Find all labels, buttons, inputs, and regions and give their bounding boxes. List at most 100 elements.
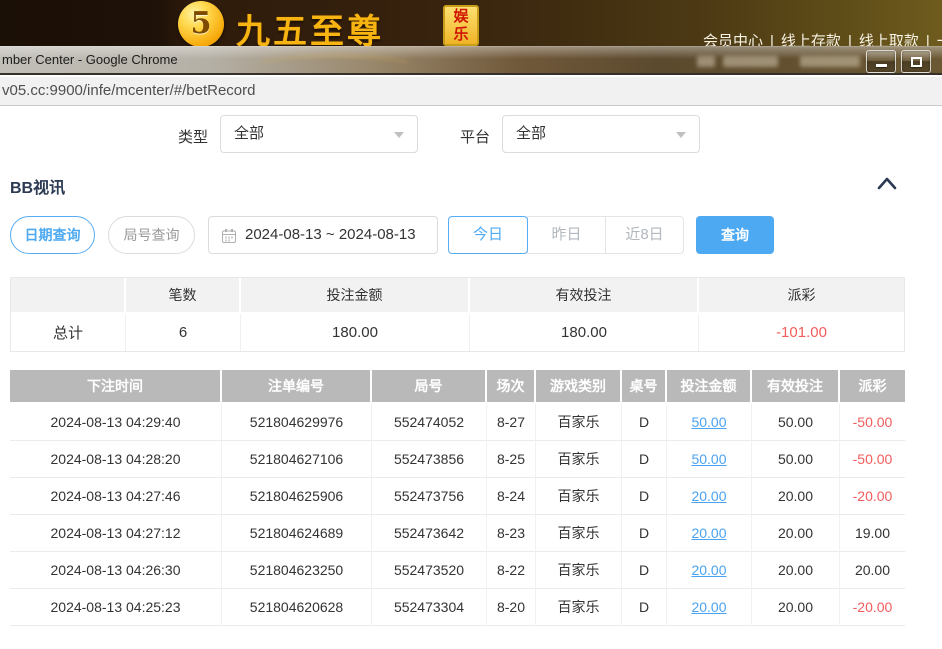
valid-bet-cell: 20.00 [752, 478, 840, 515]
bet-number-cell: 521804627106 [222, 441, 372, 478]
summary-table: 笔数 投注金额 有效投注 派彩 总计 6 180.00 180.00 -101.… [10, 277, 905, 352]
bet-amount-cell: 20.00 [667, 552, 752, 589]
bet-amount-link[interactable]: 50.00 [691, 414, 726, 430]
round-query-tab[interactable]: 局号查询 [108, 216, 195, 254]
round-number-cell: 552473756 [372, 478, 487, 515]
bet-number-cell: 521804620628 [222, 589, 372, 626]
session-cell: 8-20 [487, 589, 536, 626]
collapse-section-button[interactable] [876, 176, 898, 192]
detail-table-body: 2024-08-13 04:29:40521804629976552474052… [10, 404, 905, 626]
table-row: 2024-08-13 04:27:12521804624689552473642… [10, 515, 905, 552]
bet-number-cell: 521804629976 [222, 404, 372, 441]
address-url: v05.cc:9900/infe/mcenter/#/betRecord [2, 82, 255, 99]
maximize-icon [911, 57, 922, 67]
bet-amount-cell: 20.00 [667, 515, 752, 552]
table-number-cell: D [622, 478, 667, 515]
session-cell: 8-23 [487, 515, 536, 552]
summary-header-row: 笔数 投注金额 有效投注 派彩 [11, 278, 904, 314]
table-row: 2024-08-13 04:28:20521804627106552473856… [10, 441, 905, 478]
chevron-down-icon [394, 132, 404, 138]
valid-bet-cell: 20.00 [752, 589, 840, 626]
main-content: 类型 全部 平台 全部 BB视讯 日期查询 局号查询 [0, 106, 942, 649]
header-game-type: 游戏类别 [536, 370, 622, 404]
platform-select-value: 全部 [516, 116, 546, 152]
round-number-cell: 552473642 [372, 515, 487, 552]
date-query-tab[interactable]: 日期查询 [10, 216, 95, 254]
type-select-value: 全部 [234, 116, 264, 152]
yesterday-button[interactable]: 昨日 [527, 216, 606, 254]
bet-amount-link[interactable]: 20.00 [691, 525, 726, 541]
maximize-button[interactable] [901, 50, 931, 73]
chevron-down-icon [676, 132, 686, 138]
payout-cell: -50.00 [840, 441, 905, 478]
bet-amount-cell: 20.00 [667, 589, 752, 626]
total-label: 总计 [11, 314, 126, 351]
window-title: mber Center - Google Chrome [2, 52, 178, 67]
redacted-account-info [697, 56, 715, 67]
logo-coin-icon: 5 [178, 1, 224, 47]
today-button[interactable]: 今日 [448, 216, 528, 254]
table-number-cell: D [622, 552, 667, 589]
table-number-cell: D [622, 515, 667, 552]
bet-amount-link[interactable]: 50.00 [691, 451, 726, 467]
chevron-up-icon [876, 176, 898, 192]
bet-amount-cell: 50.00 [667, 441, 752, 478]
date-range-input[interactable]: 2024-08-13 ~ 2024-08-13 [208, 216, 438, 254]
session-cell: 8-24 [487, 478, 536, 515]
address-bar[interactable]: v05.cc:9900/infe/mcenter/#/betRecord [0, 77, 942, 106]
type-filter-label: 类型 [178, 126, 208, 147]
game-type-cell: 百家乐 [536, 478, 622, 515]
section-title: BB视讯 [10, 174, 65, 198]
header-bet-number: 注单编号 [222, 370, 372, 404]
header-table-number: 桌号 [622, 370, 667, 404]
session-cell: 8-27 [487, 404, 536, 441]
type-select[interactable]: 全部 [220, 115, 418, 153]
bet-amount-link[interactable]: 20.00 [691, 562, 726, 578]
payout-cell: -50.00 [840, 404, 905, 441]
logo-badge: 娱乐 [443, 5, 479, 46]
last-8-days-button[interactable]: 近8日 [605, 216, 684, 254]
detail-header-row: 下注时间 注单编号 局号 场次 游戏类别 桌号 投注金额 有效投注 派彩 [10, 370, 905, 404]
minimize-button[interactable] [866, 50, 896, 73]
valid-bet-cell: 50.00 [752, 441, 840, 478]
platform-filter-label: 平台 [460, 126, 490, 147]
summary-total-row: 总计 6 180.00 180.00 -101.00 [11, 314, 904, 351]
bet-record-table: 下注时间 注单编号 局号 场次 游戏类别 桌号 投注金额 有效投注 派彩 202… [10, 370, 905, 626]
bet-amount-cell: 20.00 [667, 478, 752, 515]
summary-header-bet-amount: 投注金额 [241, 278, 470, 314]
round-number-cell: 552474052 [372, 404, 487, 441]
table-number-cell: D [622, 589, 667, 626]
payout-cell: 20.00 [840, 552, 905, 589]
game-type-cell: 百家乐 [536, 515, 622, 552]
summary-header-count: 笔数 [126, 278, 241, 314]
decorative-swirl [255, 55, 415, 77]
summary-header-valid-bet: 有效投注 [470, 278, 699, 314]
bet-amount-link[interactable]: 20.00 [691, 488, 726, 504]
header-valid-bet: 有效投注 [752, 370, 840, 404]
bet-number-cell: 521804625906 [222, 478, 372, 515]
game-type-cell: 百家乐 [536, 441, 622, 478]
bet-time-cell: 2024-08-13 04:27:46 [10, 478, 222, 515]
table-row: 2024-08-13 04:26:30521804623250552473520… [10, 552, 905, 589]
header-bet-time: 下注时间 [10, 370, 222, 404]
total-bet-amount: 180.00 [241, 314, 470, 351]
calendar-icon [222, 229, 236, 248]
payout-cell: -20.00 [840, 478, 905, 515]
payout-cell: 19.00 [840, 515, 905, 552]
window-title-bar: mber Center - Google Chrome [0, 46, 942, 75]
total-count: 6 [126, 314, 241, 351]
header-round-number: 局号 [372, 370, 487, 404]
search-button[interactable]: 查询 [696, 216, 774, 254]
bet-time-cell: 2024-08-13 04:28:20 [10, 441, 222, 478]
session-cell: 8-22 [487, 552, 536, 589]
summary-header-blank [11, 278, 126, 314]
payout-cell: -20.00 [840, 589, 905, 626]
total-payout: -101.00 [699, 314, 904, 351]
bet-amount-cell: 50.00 [667, 404, 752, 441]
platform-select[interactable]: 全部 [502, 115, 700, 153]
game-type-cell: 百家乐 [536, 589, 622, 626]
minimize-icon [876, 64, 887, 67]
round-number-cell: 552473304 [372, 589, 487, 626]
round-number-cell: 552473856 [372, 441, 487, 478]
bet-amount-link[interactable]: 20.00 [691, 599, 726, 615]
